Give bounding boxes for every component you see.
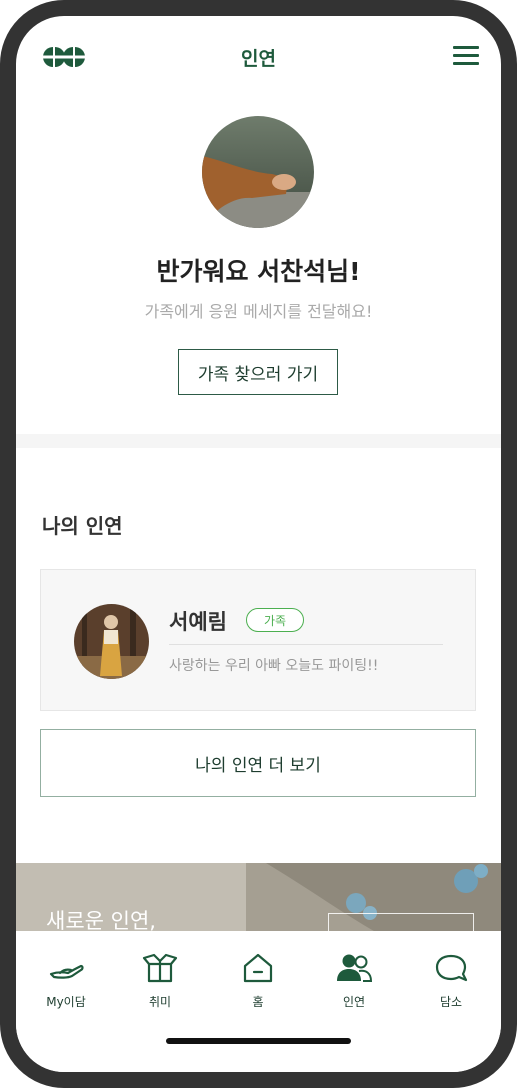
tab-label: 담소: [439, 995, 463, 1009]
tab-label: 취미: [148, 995, 172, 1009]
home-indicator[interactable]: [166, 1038, 351, 1044]
tab-label: 인연: [342, 995, 366, 1009]
app-screen: 인연 반가워요 서찬석님! 가족에게 응원 메세지를 전달해요! 가족 찾으러 …: [16, 16, 501, 1072]
tab-label: My이담: [46, 995, 86, 1009]
section-divider: [16, 434, 501, 448]
tab-hobby[interactable]: 취미: [120, 951, 200, 1021]
tab-my-idam[interactable]: My이담: [26, 951, 106, 1021]
connection-avatar: [74, 604, 149, 679]
hand-icon: [49, 964, 84, 979]
tab-home[interactable]: 홈: [218, 951, 298, 1021]
relationship-badge: 가족: [246, 608, 304, 632]
home-icon: [243, 953, 273, 983]
connection-name: 서예림: [169, 610, 227, 634]
tab-connections[interactable]: 인연: [314, 951, 394, 1021]
chat-bubble-icon: [435, 954, 468, 982]
see-more-connections-button[interactable]: 나의 인연 더 보기: [40, 729, 476, 797]
greeting-subtitle: 가족에게 응원 메세지를 전달해요!: [144, 302, 373, 321]
bottom-tab-bar: My이담 취미 홈 인연 담소: [16, 931, 501, 1072]
box-icon: [142, 953, 178, 983]
app-header: 인연: [16, 36, 501, 78]
card-divider: [169, 644, 443, 645]
phone-frame: 인연 반가워요 서찬석님! 가족에게 응원 메세지를 전달해요! 가족 찾으러 …: [0, 0, 517, 1088]
tab-chat[interactable]: 담소: [411, 951, 491, 1021]
greeting-text: 반가워요 서찬석님!: [156, 257, 361, 286]
find-family-button[interactable]: 가족 찾으러 가기: [178, 349, 338, 395]
page-title: 인연: [241, 48, 276, 70]
tab-label: 홈: [252, 995, 264, 1009]
connection-card[interactable]: 서예림 가족 사랑하는 우리 아빠 오늘도 파이팅!!: [40, 569, 476, 711]
connection-message: 사랑하는 우리 아빠 오늘도 파이팅!!: [169, 658, 379, 674]
hamburger-menu-icon[interactable]: [453, 46, 479, 68]
people-icon: [337, 954, 372, 982]
profile-avatar: [202, 116, 314, 228]
my-connections-title: 나의 인연: [42, 514, 123, 538]
